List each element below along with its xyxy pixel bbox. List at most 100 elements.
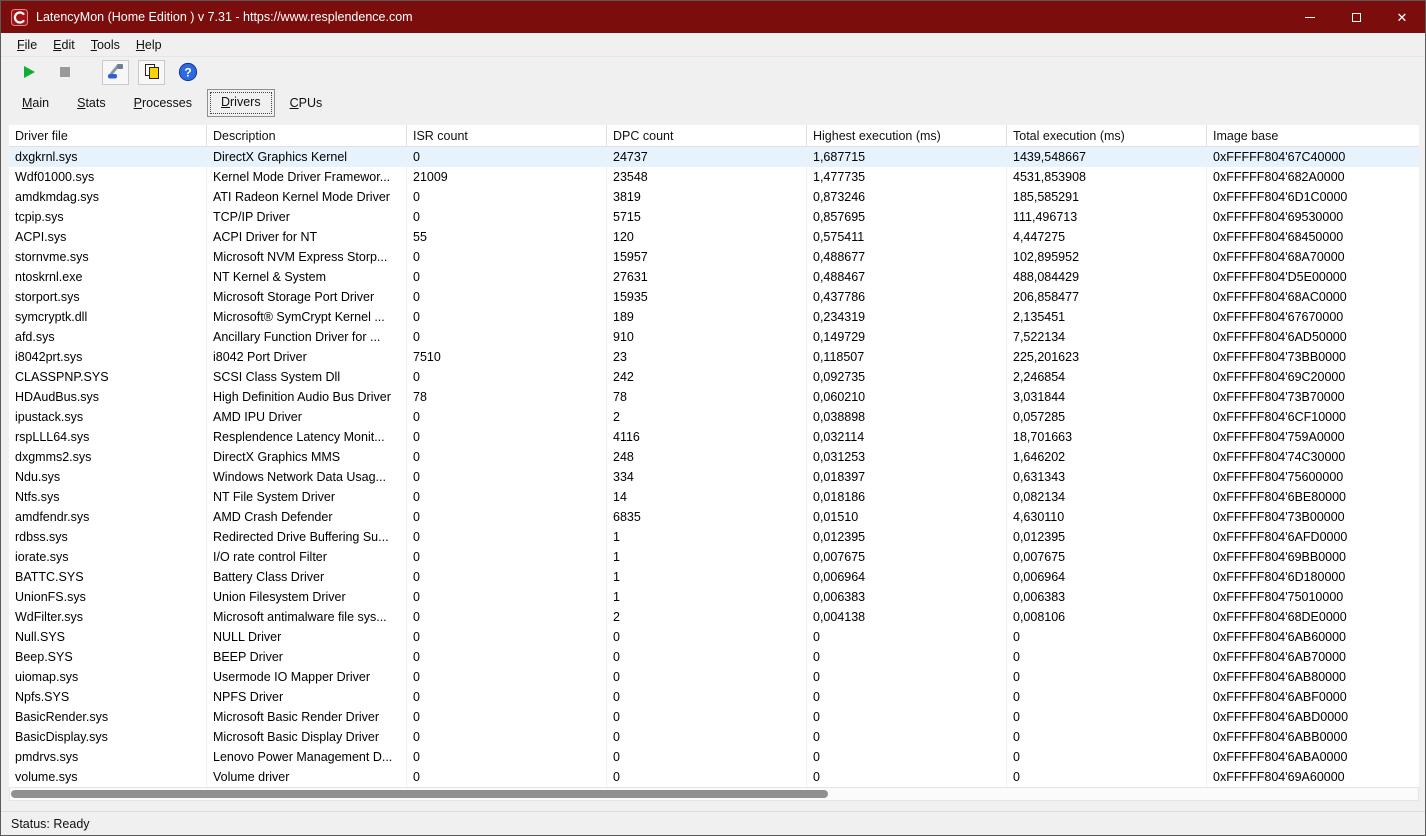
table-cell: 0 <box>407 607 607 627</box>
table-row[interactable]: UnionFS.sys Union Filesystem Driver 0 1 0,00… <box>9 587 1419 607</box>
scrollbar-thumb[interactable] <box>11 790 828 798</box>
table-row[interactable]: afd.sys Ancillary Function Driver for ...… <box>9 327 1419 347</box>
table-row[interactable]: Npfs.SYS NPFS Driver 0 0 0 0 0xFFFFF804'6ABF00… <box>9 687 1419 707</box>
column-header[interactable]: Driver file <box>9 125 207 146</box>
table-row[interactable]: BasicRender.sys Microsoft Basic Render Dr… <box>9 707 1419 727</box>
table-cell: AMD IPU Driver <box>207 407 407 427</box>
table-cell: Beep.SYS <box>9 647 207 667</box>
table-row[interactable]: ACPI.sys ACPI Driver for NT 55 120 0,575411 4… <box>9 227 1419 247</box>
table-cell: 1 <box>607 547 807 567</box>
table-row[interactable]: dxgmms2.sys DirectX Graphics MMS 0 248 0,031… <box>9 447 1419 467</box>
table-cell: 189 <box>607 307 807 327</box>
table-cell: Union Filesystem Driver <box>207 587 407 607</box>
column-header[interactable]: Description <box>207 125 407 146</box>
column-header[interactable]: DPC count <box>607 125 807 146</box>
start-monitor-button[interactable] <box>15 60 42 85</box>
table-cell: 27631 <box>607 267 807 287</box>
table-cell: 0 <box>407 667 607 687</box>
table-row[interactable]: Wdf01000.sys Kernel Mode Driver Framewor.… <box>9 167 1419 187</box>
table-cell: 0xFFFFF804'6AB60000 <box>1213 630 1347 644</box>
table-cell: CLASSPNP.SYS <box>9 367 207 387</box>
stop-monitor-button[interactable] <box>51 60 78 85</box>
tab-stats[interactable]: Stats <box>64 91 119 117</box>
table-row[interactable]: iorate.sys I/O rate control Filter 0 1 0,007… <box>9 547 1419 567</box>
column-header[interactable]: Highest execution (ms) <box>807 125 1007 146</box>
maximize-icon <box>1351 12 1361 22</box>
status-bar: Status: Ready <box>1 811 1425 835</box>
table-cell: BasicRender.sys <box>9 707 207 727</box>
table-cell: 0,006383 <box>807 587 1007 607</box>
table-cell: 0,631343 <box>1007 467 1207 487</box>
minimize-button[interactable] <box>1287 1 1333 33</box>
table-cell: 0 <box>807 707 1007 727</box>
table-cell: 3,031844 <box>1007 387 1207 407</box>
table-cell: 0xFFFFF804'73B00000 <box>1213 510 1345 524</box>
copy-icon <box>144 64 159 79</box>
column-header[interactable]: Image base <box>1207 125 1419 146</box>
menu-item-tools[interactable]: Tools <box>83 35 128 55</box>
tab-cpus[interactable]: CPUs <box>277 91 336 117</box>
table-cell: 0 <box>1007 647 1207 667</box>
column-header[interactable]: ISR count <box>407 125 607 146</box>
table-cell: tcpip.sys <box>9 207 207 227</box>
table-row[interactable]: BATTC.SYS Battery Class Driver 0 1 0,006964 0… <box>9 567 1419 587</box>
horizontal-scrollbar[interactable] <box>9 787 1419 801</box>
table-row[interactable]: dxgkrnl.sys DirectX Graphics Kernel 0 24737… <box>9 147 1419 167</box>
table-cell: Null.SYS <box>9 627 207 647</box>
close-button[interactable]: ✕ <box>1379 1 1425 33</box>
table-cell: 0 <box>407 407 607 427</box>
column-header[interactable]: Total execution (ms) <box>1007 125 1207 146</box>
table-cell: 242 <box>607 367 807 387</box>
table-cell: Microsoft NVM Express Storp... <box>207 247 407 267</box>
table-row[interactable]: ipustack.sys AMD IPU Driver 0 2 0,038898 0,05… <box>9 407 1419 427</box>
table-row[interactable]: pmdrvs.sys Lenovo Power Management D... 0 0… <box>9 747 1419 767</box>
table-cell: 0 <box>1007 687 1207 707</box>
help-button[interactable]: ? <box>174 60 201 85</box>
maximize-button[interactable] <box>1333 1 1379 33</box>
table-cell: 0xFFFFF804'6D180000 <box>1213 570 1346 584</box>
table-row[interactable]: BasicDisplay.sys Microsoft Basic Display … <box>9 727 1419 747</box>
table-cell: 248 <box>607 447 807 467</box>
table-row[interactable]: amdkmdag.sys ATI Radeon Kernel Mode Drive… <box>9 187 1419 207</box>
table-row[interactable]: uiomap.sys Usermode IO Mapper Driver 0 0 0 0 0… <box>9 667 1419 687</box>
table-row[interactable]: Beep.SYS BEEP Driver 0 0 0 0 0xFFFFF804'6AB700… <box>9 647 1419 667</box>
table-cell: storport.sys <box>9 287 207 307</box>
table-row[interactable]: Ntfs.sys NT File System Driver 0 14 0,018186… <box>9 487 1419 507</box>
table-cell: DirectX Graphics MMS <box>207 447 407 467</box>
menu-item-file[interactable]: File <box>9 35 45 55</box>
table-row[interactable]: stornvme.sys Microsoft NVM Express Storp.… <box>9 247 1419 267</box>
table-row[interactable]: rspLLL64.sys Resplendence Latency Monit..… <box>9 427 1419 447</box>
table-row[interactable]: i8042prt.sys i8042 Port Driver 7510 23 0,118… <box>9 347 1419 367</box>
table-cell: 0,060210 <box>807 387 1007 407</box>
table-cell: 55 <box>407 227 607 247</box>
table-row[interactable]: volume.sys Volume driver 0 0 0 0 0xFFFFF804'69… <box>9 767 1419 787</box>
tab-main[interactable]: Main <box>9 91 62 117</box>
table-cell: uiomap.sys <box>9 667 207 687</box>
table-cell: 0 <box>407 587 607 607</box>
table-cell: 0xFFFFF804'D5E00000 <box>1213 270 1347 284</box>
table-row[interactable]: storport.sys Microsoft Storage Port Drive… <box>9 287 1419 307</box>
table-row[interactable]: HDAudBus.sys High Definition Audio Bus Dr… <box>9 387 1419 407</box>
table-cell: 0xFFFFF804'67670000 <box>1213 310 1344 324</box>
table-row[interactable]: CLASSPNP.SYS SCSI Class System Dll 0 242 0,0… <box>9 367 1419 387</box>
tab-processes[interactable]: Processes <box>121 91 205 117</box>
table-row[interactable]: WdFilter.sys Microsoft antimalware file s… <box>9 607 1419 627</box>
table-cell: volume.sys <box>9 767 207 787</box>
table-row[interactable]: symcryptk.dll Microsoft® SymCrypt Kernel … <box>9 307 1419 327</box>
table-cell: Volume driver <box>207 767 407 787</box>
table-row[interactable]: ntoskrnl.exe NT Kernel & System 0 27631 0,48… <box>9 267 1419 287</box>
table-cell: 0,007675 <box>1007 547 1207 567</box>
table-row[interactable]: amdfendr.sys AMD Crash Defender 0 6835 0,015… <box>9 507 1419 527</box>
menu-item-help[interactable]: Help <box>128 35 170 55</box>
table-row[interactable]: Null.SYS NULL Driver 0 0 0 0 0xFFFFF804'6AB600… <box>9 627 1419 647</box>
table-row[interactable]: rdbss.sys Redirected Drive Buffering Su..… <box>9 527 1419 547</box>
table-cell: 18,701663 <box>1007 427 1207 447</box>
copy-report-button[interactable] <box>138 59 165 85</box>
table-row[interactable]: Ndu.sys Windows Network Data Usag... 0 334 0… <box>9 467 1419 487</box>
table-row[interactable]: tcpip.sys TCP/IP Driver 0 5715 0,857695 111,4… <box>9 207 1419 227</box>
options-button[interactable] <box>102 59 129 85</box>
tab-drivers[interactable]: Drivers <box>206 89 275 117</box>
table-cell: 0 <box>407 307 607 327</box>
table-cell: NPFS Driver <box>207 687 407 707</box>
menu-item-edit[interactable]: Edit <box>45 35 83 55</box>
